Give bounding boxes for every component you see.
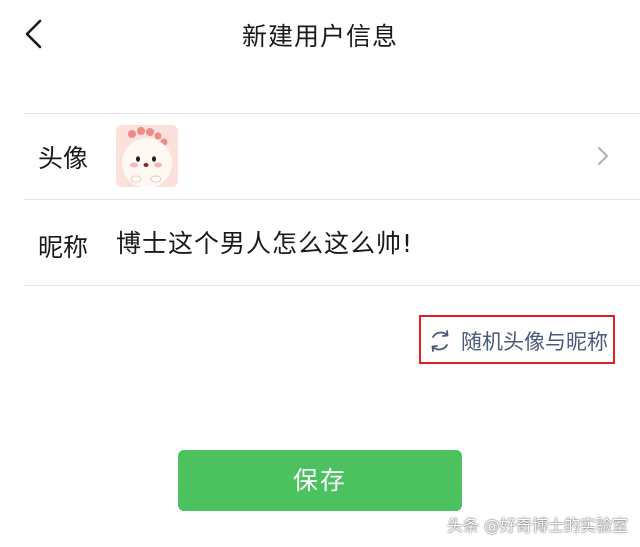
save-button[interactable]: 保存: [178, 450, 462, 511]
refresh-icon: [431, 330, 449, 352]
cute-dinosaur-avatar-icon: [116, 125, 178, 187]
avatar[interactable]: [116, 125, 178, 187]
avatar-row[interactable]: 头像: [0, 114, 640, 198]
avatar-label: 头像: [38, 144, 89, 173]
watermark-text: 头条 @好奇博士的实验室: [446, 516, 628, 535]
nickname-row: 昵称 博士这个男人怎么这么帅!: [0, 200, 640, 285]
nickname-input[interactable]: 博士这个男人怎么这么帅!: [116, 227, 596, 261]
chevron-right-icon: [598, 147, 608, 165]
nickname-label: 昵称: [38, 233, 89, 262]
header-bar: 新建用户信息: [0, 0, 640, 70]
random-avatar-nickname-label: 随机头像与昵称: [461, 330, 608, 354]
new-user-info-page: 新建用户信息 头像 昵称 博士这个男人怎么这么帅! 随机头像与昵称 保存 头条 …: [0, 0, 640, 547]
divider: [24, 285, 640, 286]
random-avatar-nickname-button[interactable]: 随机头像与昵称: [419, 315, 615, 364]
page-title: 新建用户信息: [241, 22, 398, 51]
